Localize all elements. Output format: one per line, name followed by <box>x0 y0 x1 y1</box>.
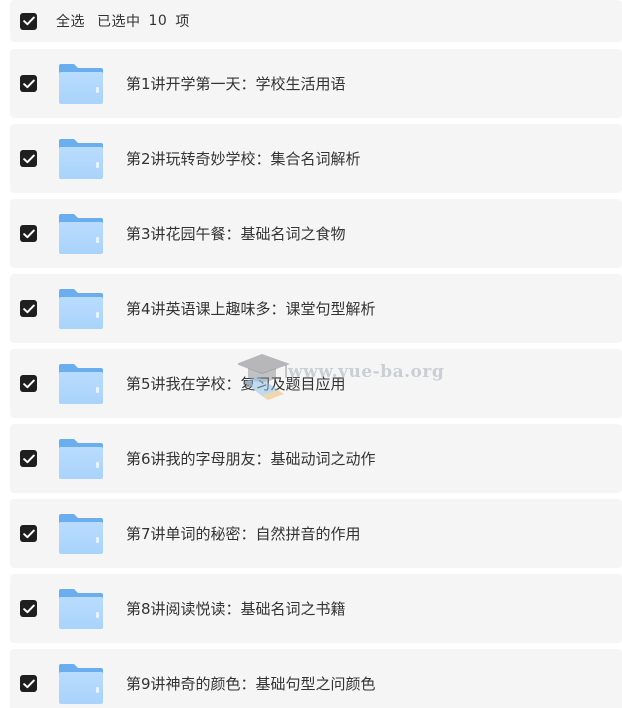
folder-row[interactable]: 第8讲阅读悦读：基础名词之书籍 <box>10 574 622 643</box>
folder-name: 第4讲英语课上趣味多：课堂句型解析 <box>126 300 376 318</box>
file-select-page: 全选 已选中 10 项 第1讲开学第一天：学校生活用语 第2讲玩转奇妙学校：集合名… <box>0 0 622 708</box>
checkmark-icon <box>22 229 35 238</box>
folder-icon <box>58 663 104 705</box>
selected-suffix: 项 <box>175 14 190 30</box>
select-all-checkbox[interactable] <box>20 12 37 30</box>
folder-icon <box>58 288 104 330</box>
folder-icon <box>58 138 104 180</box>
folder-row[interactable]: 第7讲单词的秘密：自然拼音的作用 <box>10 499 622 568</box>
checkmark-icon <box>22 16 35 26</box>
folder-name: 第5讲我在学校：复习及题目应用 <box>126 375 346 393</box>
checkmark-icon <box>22 529 35 538</box>
folder-name: 第3讲花园午餐：基础名词之食物 <box>126 225 346 243</box>
row-checkbox[interactable] <box>20 300 37 317</box>
select-all-label[interactable]: 全选 <box>56 11 85 31</box>
row-checkbox[interactable] <box>20 225 37 242</box>
row-checkbox[interactable] <box>20 600 37 617</box>
checkmark-icon <box>22 154 35 163</box>
folder-name: 第1讲开学第一天：学校生活用语 <box>126 75 346 93</box>
checkmark-icon <box>22 304 35 313</box>
folder-row[interactable]: 第5讲我在学校：复习及题目应用 <box>10 349 622 418</box>
folder-name: 第9讲神奇的颜色：基础句型之问颜色 <box>126 675 376 693</box>
folder-icon <box>58 513 104 555</box>
folder-row[interactable]: 第2讲玩转奇妙学校：集合名词解析 <box>10 124 622 193</box>
checkmark-icon <box>22 454 35 463</box>
folder-row[interactable]: 第6讲我的字母朋友：基础动词之动作 <box>10 424 622 493</box>
row-checkbox[interactable] <box>20 675 37 692</box>
folder-icon <box>58 363 104 405</box>
select-all-bar: 全选 已选中 10 项 <box>10 0 622 42</box>
folder-row[interactable]: 第4讲英语课上趣味多：课堂句型解析 <box>10 274 622 343</box>
folder-name: 第6讲我的字母朋友：基础动词之动作 <box>126 450 376 468</box>
folder-row[interactable]: 第1讲开学第一天：学校生活用语 <box>10 49 622 118</box>
checkmark-icon <box>22 604 35 613</box>
folder-row[interactable]: 第3讲花园午餐：基础名词之食物 <box>10 199 622 268</box>
folder-icon <box>58 438 104 480</box>
selected-prefix: 已选中 <box>97 14 141 30</box>
row-checkbox[interactable] <box>20 150 37 167</box>
checkmark-icon <box>22 679 35 688</box>
row-checkbox[interactable] <box>20 375 37 392</box>
row-checkbox[interactable] <box>20 525 37 542</box>
folder-icon <box>58 588 104 630</box>
folder-name: 第7讲单词的秘密：自然拼音的作用 <box>126 525 361 543</box>
folder-icon <box>58 63 104 105</box>
folder-icon <box>58 213 104 255</box>
row-checkbox[interactable] <box>20 450 37 467</box>
folder-row[interactable]: 第9讲神奇的颜色：基础句型之问颜色 <box>10 649 622 708</box>
folder-name: 第8讲阅读悦读：基础名词之书籍 <box>126 600 346 618</box>
checkmark-icon <box>22 79 35 88</box>
selected-count: 10 <box>148 13 168 29</box>
checkmark-icon <box>22 379 35 388</box>
selection-summary: 全选 已选中 10 项 <box>56 11 190 31</box>
row-checkbox[interactable] <box>20 75 37 92</box>
folder-name: 第2讲玩转奇妙学校：集合名词解析 <box>126 150 361 168</box>
